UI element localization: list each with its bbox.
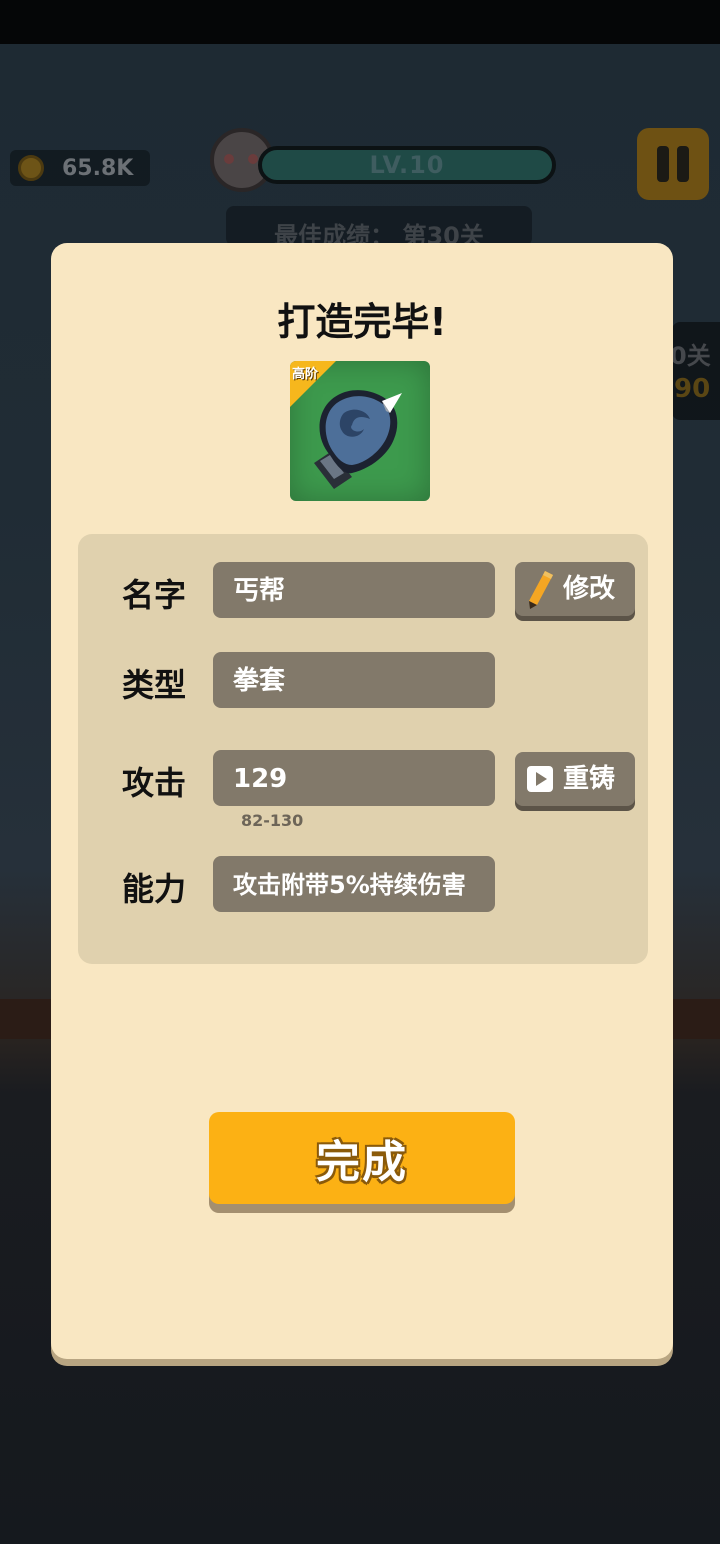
rename-button[interactable]: 修改 xyxy=(515,562,635,616)
pencil-icon xyxy=(523,569,557,609)
dialog-title: 打造完毕! xyxy=(277,300,447,344)
video-play-icon xyxy=(523,759,557,799)
attack-label: 攻击 xyxy=(122,764,187,802)
rename-button-label: 修改 xyxy=(563,574,616,604)
status-bar xyxy=(0,0,720,44)
coin-counter: 65.8K xyxy=(10,150,150,186)
coin-icon xyxy=(18,155,44,181)
side-stage-panel: 0关 90 xyxy=(672,322,720,420)
coin-value: 65.8K xyxy=(62,155,134,181)
pause-icon-bar xyxy=(657,146,669,182)
attack-field: 129 xyxy=(213,750,495,806)
name-label: 名字 xyxy=(122,576,187,614)
pause-button[interactable] xyxy=(637,128,709,200)
ability-label: 能力 xyxy=(122,870,187,908)
item-card: 高阶 xyxy=(290,361,430,501)
forge-result-dialog: 打造完毕! 高阶 名字 丐帮 修改 类型 拳套 攻击 129 82-130 重铸… xyxy=(51,243,673,1359)
reforge-button[interactable]: 重铸 xyxy=(515,752,635,806)
pause-icon-bar xyxy=(677,146,689,182)
type-field: 拳套 xyxy=(213,652,495,708)
rank-badge: 高阶 xyxy=(292,367,319,382)
ability-field: 攻击附带5%持续伤害 xyxy=(213,856,495,912)
reforge-button-label: 重铸 xyxy=(563,764,616,794)
item-info-panel: 名字 丐帮 修改 类型 拳套 攻击 129 82-130 重铸 能力 攻击附带5… xyxy=(78,534,648,964)
level-progress-bar: LV.10 xyxy=(258,146,556,184)
side-stage-value: 90 xyxy=(674,374,711,404)
attack-range: 82-130 xyxy=(241,811,304,830)
best-score-banner: 最佳成绩： 第30关 xyxy=(226,206,532,246)
done-button-label: 完成 xyxy=(316,1137,408,1188)
side-stage-text: 0关 xyxy=(672,342,711,370)
type-label: 类型 xyxy=(122,666,187,704)
done-button[interactable]: 完成 xyxy=(209,1112,515,1204)
level-text: LV.10 xyxy=(369,151,445,179)
name-field: 丐帮 xyxy=(213,562,495,618)
